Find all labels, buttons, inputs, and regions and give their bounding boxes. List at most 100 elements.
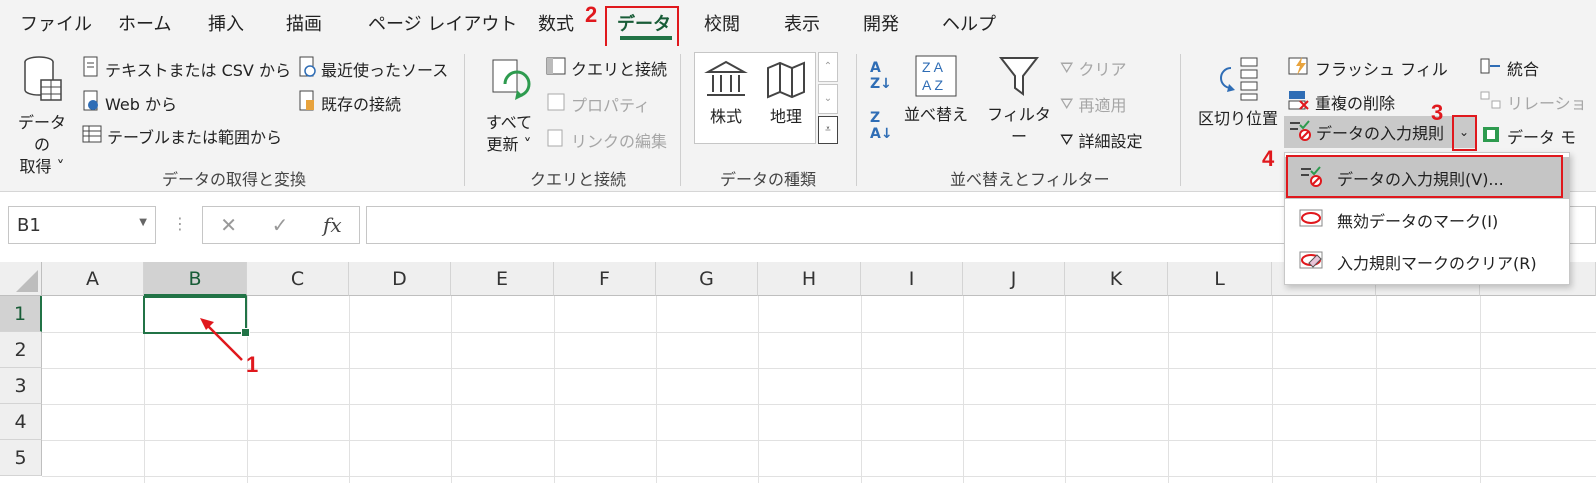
tab-file[interactable]: ファイル <box>20 10 92 36</box>
edit-links-button[interactable]: リンクの編集 <box>546 128 667 152</box>
highlight-box-menu-item <box>1286 155 1563 198</box>
svg-text:Z A: Z A <box>922 59 944 75</box>
refresh-icon <box>492 59 531 100</box>
group-separator <box>1180 54 1181 186</box>
grid-line <box>451 296 452 483</box>
stocks-button[interactable]: 株式 <box>700 60 752 128</box>
grid-line <box>1065 296 1066 483</box>
queries-connections-button[interactable]: クエリと接続 <box>546 56 667 80</box>
row-header[interactable]: 3 <box>0 368 42 404</box>
tab-view[interactable]: 表示 <box>784 10 820 36</box>
from-table-range-button[interactable]: テーブルまたは範囲から <box>82 124 282 148</box>
tab-insert[interactable]: 挿入 <box>208 10 244 36</box>
consolidate-button[interactable]: 統合 <box>1480 56 1539 80</box>
splitter-dots-icon[interactable]: ⋮ <box>172 214 188 233</box>
refresh-label-1: すべて <box>485 113 533 132</box>
grid-line <box>758 296 759 483</box>
grid-line <box>1272 296 1273 483</box>
column-header[interactable]: D <box>349 262 451 296</box>
sort-button[interactable]: Z A A Z 並べ替え <box>904 54 968 126</box>
tab-page-layout[interactable]: ページ レイアウト <box>368 10 517 36</box>
grid-line <box>349 296 350 483</box>
column-header[interactable]: F <box>554 262 656 296</box>
name-box[interactable]: B1 ▼ <box>8 206 156 244</box>
gallery-scroll-up[interactable]: ⌃ <box>818 52 838 82</box>
recent-sources-button[interactable]: 最近使ったソース <box>298 56 448 82</box>
grid-line <box>42 476 1596 477</box>
sort-ascending-button[interactable]: A Z↓ <box>870 60 892 92</box>
name-box-dropdown-icon[interactable]: ▼ <box>139 217 147 228</box>
consolidate-icon <box>1480 56 1502 80</box>
row-header[interactable]: 1 <box>0 296 42 332</box>
data-validation-button[interactable]: データの入力規則 <box>1284 116 1452 148</box>
column-header[interactable]: A <box>42 262 144 296</box>
tab-developer[interactable]: 開発 <box>863 10 899 36</box>
connection-icon <box>298 90 316 116</box>
flash-fill-icon <box>1288 56 1310 80</box>
from-web-button[interactable]: Web から <box>82 90 177 116</box>
get-data-label-2: 取得 ˅ <box>19 157 65 176</box>
row-header[interactable]: 4 <box>0 404 42 440</box>
remove-duplicates-button[interactable]: 重複の削除 <box>1288 90 1395 114</box>
grid-line <box>963 296 964 483</box>
refresh-label-2: 更新 ˅ <box>486 135 532 154</box>
grid-line <box>42 404 1596 405</box>
clear-filter-button[interactable]: ⛛ クリア <box>1060 56 1126 80</box>
tab-home[interactable]: ホーム <box>118 10 171 36</box>
select-all-corner[interactable] <box>0 262 42 296</box>
row-header[interactable]: 2 <box>0 332 42 368</box>
group-label-sort-filter: 並べ替えとフィルター <box>950 170 1110 189</box>
table-icon <box>82 124 102 148</box>
highlight-box-dropdown-arrow <box>1452 115 1477 151</box>
column-header[interactable]: J <box>963 262 1065 296</box>
column-header[interactable]: B <box>144 262 247 296</box>
flash-fill-button[interactable]: フラッシュ フィル <box>1288 56 1448 80</box>
tab-draw[interactable]: 描画 <box>286 10 322 36</box>
advanced-filter-button[interactable]: ⛛ 詳細設定 <box>1060 128 1142 152</box>
filter-button[interactable]: フィルター <box>986 54 1052 148</box>
column-header[interactable]: C <box>247 262 349 296</box>
menu-item-circle-invalid[interactable]: 無効データのマーク(I) <box>1285 199 1569 241</box>
clear-filter-icon: ⛛ <box>1060 58 1074 77</box>
enter-icon[interactable]: ✓ <box>272 213 289 237</box>
column-header[interactable]: E <box>451 262 554 296</box>
gallery-scroll-down[interactable]: ⌄ <box>818 84 838 114</box>
data-validation-icon <box>1288 119 1312 145</box>
get-data-button[interactable]: データの 取得 ˅ <box>12 54 72 178</box>
tab-help[interactable]: ヘルプ <box>942 10 996 36</box>
insert-function-icon[interactable]: fx <box>323 213 342 237</box>
group-separator <box>464 54 465 186</box>
cancel-icon[interactable]: ✕ <box>220 213 237 237</box>
column-header[interactable]: G <box>656 262 758 296</box>
properties-button[interactable]: プロパティ <box>546 92 650 116</box>
grid-line <box>1376 296 1377 483</box>
reapply-button[interactable]: ⛛ 再適用 <box>1060 92 1126 116</box>
queries-icon <box>546 56 566 80</box>
relationships-button[interactable]: リレーショ <box>1480 90 1587 114</box>
tab-review[interactable]: 校閲 <box>704 10 740 36</box>
tab-formulas[interactable]: 数式 <box>538 10 574 36</box>
geography-button[interactable]: 地理 <box>760 60 812 128</box>
from-text-csv-button[interactable]: テキストまたは CSV から <box>82 56 291 82</box>
grid-line <box>554 296 555 483</box>
svg-text:A Z: A Z <box>922 77 943 93</box>
column-header[interactable]: H <box>758 262 861 296</box>
gallery-more[interactable]: ⩡ <box>818 116 838 144</box>
sort-descending-button[interactable]: Z A↓ <box>870 110 893 142</box>
grid-line <box>1168 296 1169 483</box>
column-header[interactable]: K <box>1065 262 1168 296</box>
text-to-columns-button[interactable]: 区切り位置 <box>1196 54 1280 130</box>
data-model-button[interactable]: データ モ <box>1480 124 1576 148</box>
existing-connections-button[interactable]: 既存の接続 <box>298 90 401 116</box>
group-label-queries: クエリと接続 <box>530 170 627 189</box>
group-label-data-types: データの種類 <box>720 170 817 189</box>
group-separator <box>680 54 681 186</box>
menu-item-clear-circles[interactable]: 入力規則マークのクリア(R) <box>1285 241 1569 283</box>
column-header[interactable]: I <box>861 262 963 296</box>
refresh-all-button[interactable]: すべて 更新 ˅ <box>478 54 540 156</box>
group-label-get-transform: データの取得と変換 <box>162 170 307 189</box>
row-header[interactable]: 5 <box>0 440 42 476</box>
step-number-3: 3 <box>1431 100 1444 125</box>
column-header[interactable]: L <box>1168 262 1272 296</box>
relationships-icon <box>1480 90 1502 114</box>
